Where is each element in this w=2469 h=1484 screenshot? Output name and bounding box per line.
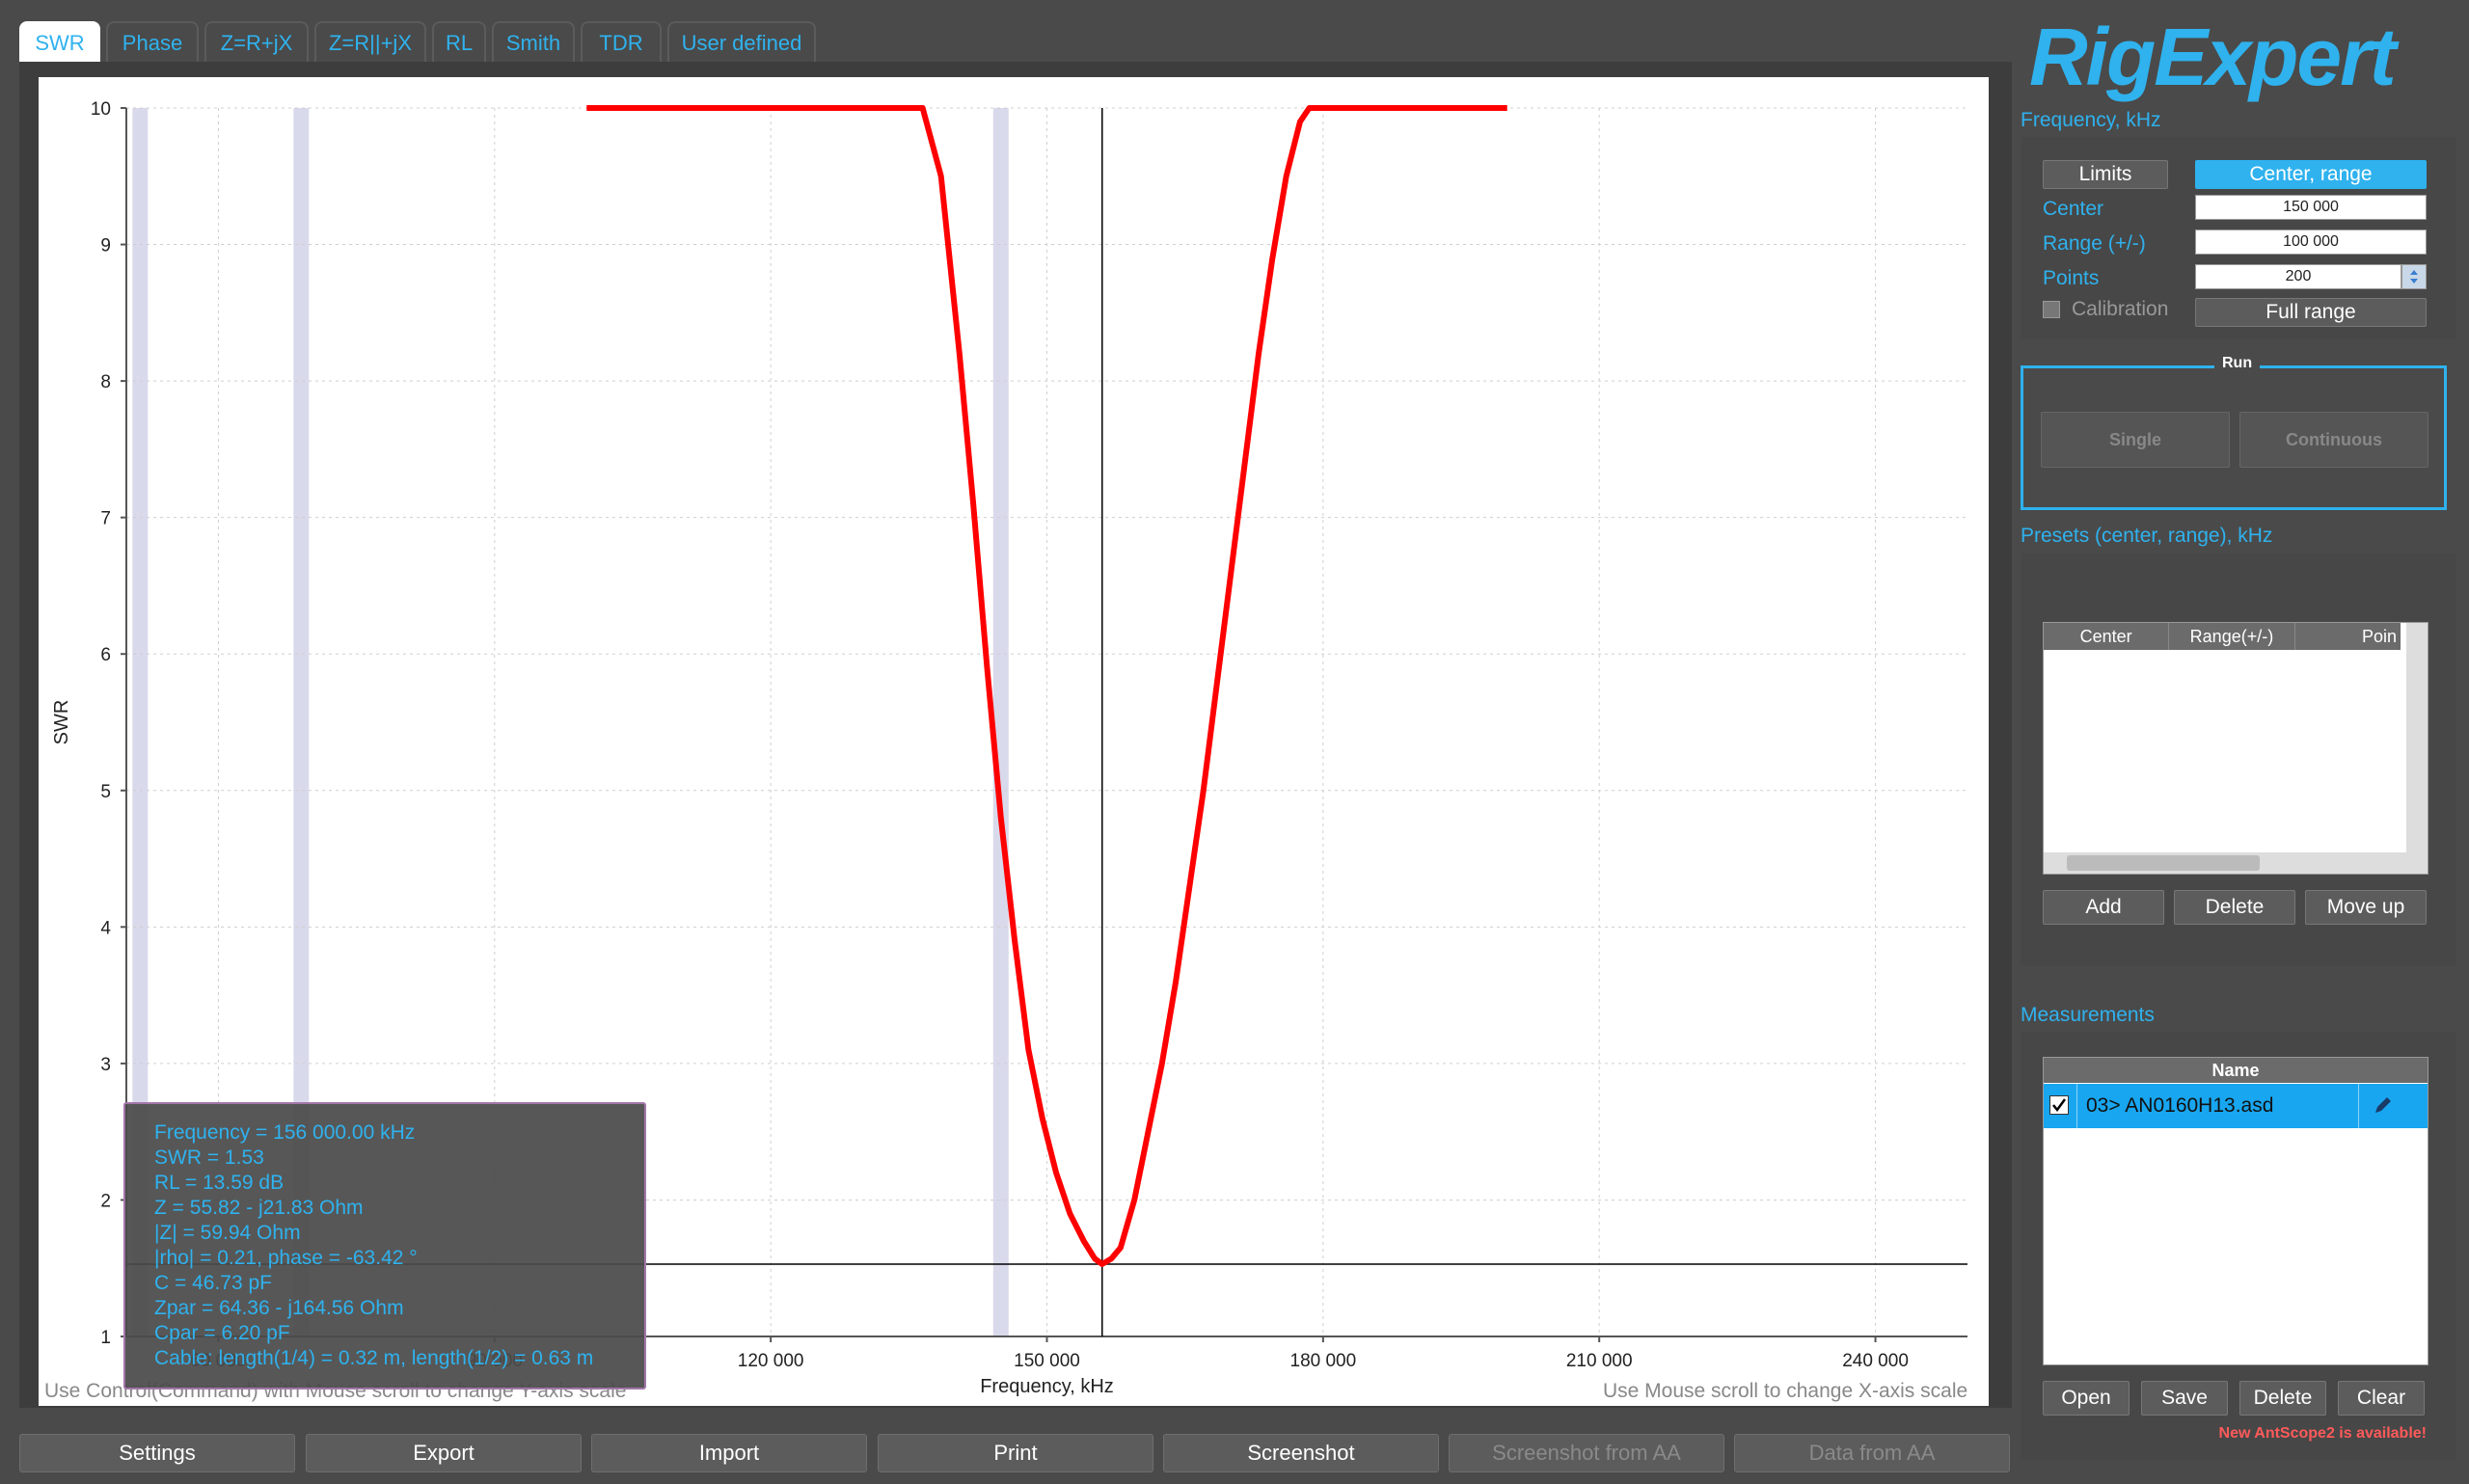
points-input[interactable]: 200 [2195,264,2401,289]
measurements-table[interactable]: Name 03> AN0160H13.asd [2043,1057,2428,1365]
x-tick-label: 120 000 [738,1351,804,1371]
presets-column-range[interactable]: Range(+/-) [2169,623,2295,650]
y-tick-label: 6 [100,645,111,665]
y-tick-label: 3 [100,1055,111,1075]
y-tick-label: 2 [100,1191,111,1211]
tooltip-swr: SWR = 1.53 [154,1147,264,1169]
center-input[interactable]: 150 000 [2195,195,2427,220]
measurement-save-button[interactable]: Save [2141,1381,2228,1416]
logo: RigExpert [2021,12,2455,104]
presets-vertical-scrollbar[interactable] [2406,623,2428,852]
screenshot-from-aa-button[interactable]: Screenshot from AA [1449,1434,1724,1472]
tooltip-frequency: Frequency = 156 000.00 kHz [154,1121,416,1144]
screenshot-button[interactable]: Screenshot [1163,1434,1439,1472]
stepper-arrows-icon [2410,270,2418,283]
logo-text: RigExpert [2029,12,2400,102]
measurement-row[interactable]: 03> AN0160H13.asd [2044,1084,2428,1128]
y-tick-label: 4 [100,918,111,938]
presets-horizontal-scrollbar[interactable] [2044,852,2428,874]
tab-tdr[interactable]: TDR [581,21,662,64]
tooltip-zpar: Zpar = 64.36 - j164.56 Ohm [154,1297,404,1319]
preset-delete-button[interactable]: Delete [2174,890,2295,925]
range-input[interactable]: 100 000 [2195,229,2427,255]
measurements-column-name[interactable]: Name [2044,1058,2428,1083]
tab-z-r-jx[interactable]: Z=R+jX [204,21,309,64]
tab-phase[interactable]: Phase [106,21,199,64]
x-tick-label: 240 000 [1842,1351,1909,1371]
tab-user-defined[interactable]: User defined [667,21,816,64]
presets-table-header: Center Range(+/-) Poin [2044,623,2401,650]
y-tick-label: 10 [91,99,111,120]
preset-add-button[interactable]: Add [2043,890,2164,925]
antscope-window: { "tabs": [ {"label": "SWR", "active": t… [0,0,2469,1484]
calibration-checkbox[interactable] [2043,301,2060,318]
measurements-section-title: Measurements [2021,1004,2155,1026]
frequency-section-title: Frequency, kHz [2021,109,2161,131]
x-scale-hint: Use Mouse scroll to change X-axis scale [1603,1380,1968,1402]
x-tick-label: 180 000 [1290,1351,1357,1371]
presets-section-title: Presets (center, range), kHz [2021,525,2273,547]
presets-table[interactable]: Center Range(+/-) Poin [2043,622,2428,875]
row-divider [2076,1084,2077,1128]
tooltip-abs-z: |Z| = 59.94 Ohm [154,1222,301,1244]
tooltip-rho: |rho| = 0.21, phase = -63.42 ° [154,1247,418,1269]
y-tick-label: 7 [100,509,111,529]
export-button[interactable]: Export [306,1434,582,1472]
row-divider-2 [2358,1084,2359,1128]
center-range-button[interactable]: Center, range [2195,160,2427,189]
update-notice[interactable]: New AntScope2 is available! [2189,1425,2427,1443]
preset-move-up-button[interactable]: Move up [2305,890,2427,925]
measurement-open-button[interactable]: Open [2043,1381,2130,1416]
limits-button[interactable]: Limits [2043,160,2168,189]
tooltip-cpar: Cpar = 6.20 pF [154,1322,290,1344]
tab-rl[interactable]: RL [432,21,486,64]
full-range-button[interactable]: Full range [2195,298,2427,327]
measurement-visible-checkbox[interactable] [2049,1095,2069,1115]
y-axis-label: SWR [51,700,72,745]
measurement-delete-button[interactable]: Delete [2239,1381,2326,1416]
y-tick-label: 9 [100,236,111,256]
presets-column-points[interactable]: Poin [2295,623,2401,650]
tooltip-z: Z = 55.82 - j21.83 Ohm [154,1197,364,1219]
measurement-clear-button[interactable]: Clear [2338,1381,2425,1416]
x-axis-label: Frequency, kHz [980,1376,1114,1397]
tab-z-r-jx[interactable]: Z=R||+jX [314,21,426,64]
settings-button[interactable]: Settings [19,1434,295,1472]
x-tick-label: 150 000 [1014,1351,1080,1371]
tab-smith[interactable]: Smith [492,21,575,64]
y-tick-label: 5 [100,782,111,802]
tooltip-rl: RL = 13.59 dB [154,1172,285,1194]
run-group-title: Run [2214,355,2261,372]
presets-column-center[interactable]: Center [2044,623,2170,650]
swr-curve [586,105,1507,1267]
continuous-run-button[interactable]: Continuous [2239,412,2428,468]
rigexpert-logo: RigExpert [2029,12,2401,102]
y-tick-label: 1 [100,1328,111,1348]
data-from-aa-button[interactable]: Data from AA [1734,1434,2010,1472]
measurement-name: 03> AN0160H13.asd [2086,1094,2274,1117]
print-button[interactable]: Print [878,1434,1153,1472]
points-stepper[interactable] [2401,264,2427,289]
single-run-button[interactable]: Single [2041,412,2230,468]
center-label: Center [2043,198,2104,220]
x-tick-label: 210 000 [1566,1351,1633,1371]
presets-scroll-thumb[interactable] [2067,855,2260,871]
cursor-readout-tooltip: Frequency = 156 000.00 kHz SWR = 1.53 RL… [123,1102,646,1390]
tooltip-cable: Cable: length(1/4) = 0.32 m, length(1/2)… [154,1347,594,1369]
range-label: Range (+/-) [2043,232,2146,255]
checkmark-icon [2052,1098,2067,1113]
calibration-label: Calibration [2072,298,2169,320]
edit-pencil-icon[interactable] [2372,1093,2395,1117]
band-marker [992,108,1009,1336]
import-button[interactable]: Import [591,1434,867,1472]
points-label: Points [2043,267,2100,289]
y-tick-label: 8 [100,372,111,392]
tooltip-c: C = 46.73 pF [154,1272,272,1294]
tab-swr[interactable]: SWR [19,21,100,64]
